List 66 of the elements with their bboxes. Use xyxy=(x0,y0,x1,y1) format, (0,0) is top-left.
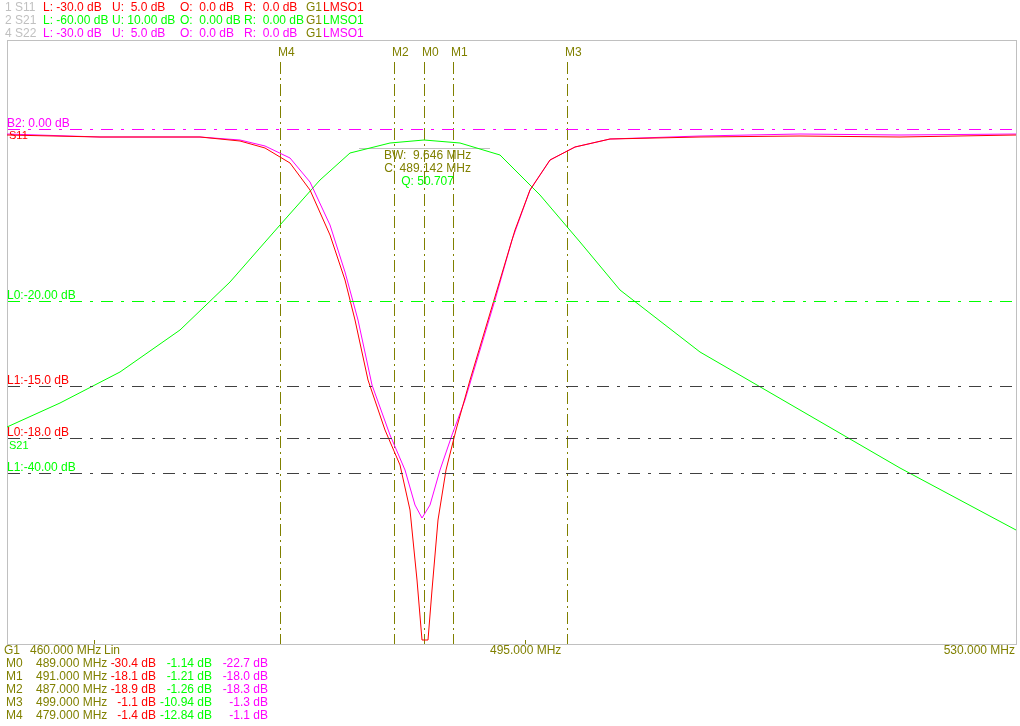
marker-name: M0 xyxy=(5,657,24,670)
marker-frequency: 487.000 MHz xyxy=(36,683,106,696)
marker-label: M2 xyxy=(392,46,409,59)
marker-value: -12.84 dB xyxy=(158,709,212,722)
marker-name: M2 xyxy=(5,683,24,696)
marker-value: -1.3 dB xyxy=(228,696,268,709)
marker-name: M3 xyxy=(5,696,24,709)
upper-limit: U: 5.0 dB xyxy=(112,27,167,40)
stop-frequency: 530.000 MHz xyxy=(943,644,1015,657)
marker-label: M0 xyxy=(422,46,439,59)
marker-label: M4 xyxy=(278,46,295,59)
trace-label: S21 xyxy=(9,440,29,451)
limit-label: L0:-20.00 dB xyxy=(7,289,76,301)
offset: O: 0.0 dB xyxy=(180,27,236,40)
marker-name: M1 xyxy=(5,670,24,683)
reference: R: 0.0 dB xyxy=(244,27,299,40)
channel-name: 2 S21 xyxy=(5,14,38,27)
limit-label: L0:-18.0 dB xyxy=(7,426,70,438)
axis-tick xyxy=(525,639,526,645)
channel-name: 4 S22 xyxy=(5,27,38,40)
marker-value: -1.1 dB xyxy=(228,709,268,722)
marker-value: -22.7 dB xyxy=(221,657,268,670)
marker-value: -18.9 dB xyxy=(109,683,156,696)
marker-value: -10.94 dB xyxy=(158,696,212,709)
lower-limit: L: -30.0 dB xyxy=(43,27,103,40)
center-reading: C: 489.142 MHz xyxy=(384,162,471,175)
reference: R: 0.0 dB xyxy=(244,1,299,14)
marker-value: -30.4 dB xyxy=(109,657,156,670)
marker-value: -1.1 dB xyxy=(116,696,156,709)
limit-label: L1:-15.0 dB xyxy=(7,374,70,386)
marker-value: -1.21 dB xyxy=(165,670,212,683)
channel-name: 1 S11 xyxy=(5,1,37,14)
group-label: G1 xyxy=(306,27,323,40)
marker-frequency: 499.000 MHz xyxy=(36,696,106,709)
center-frequency: 495.000 MHz xyxy=(490,644,562,657)
group-label: G1 xyxy=(306,1,323,14)
source-label: LMSO1 xyxy=(323,14,364,27)
limit-label: L1:-40.00 dB xyxy=(7,461,76,473)
axis-tick xyxy=(94,639,95,645)
axis-group: G1 xyxy=(4,644,20,657)
upper-limit: U: 5.0 dB xyxy=(112,1,167,14)
group-label: G1 xyxy=(306,14,323,27)
offset: O: 0.0 dB xyxy=(180,1,236,14)
marker-value: -1.14 dB xyxy=(165,657,212,670)
scale-label: Lin xyxy=(104,644,120,657)
source-label: LMSO1 xyxy=(323,1,364,14)
marker-value: -18.1 dB xyxy=(109,670,156,683)
reference: R: 0.00 dB xyxy=(244,14,306,27)
lower-limit: L: -60.00 dB xyxy=(43,14,110,27)
offset: O: 0.00 dB xyxy=(180,14,242,27)
marker-value: -18.0 dB xyxy=(221,670,268,683)
marker-value: -18.3 dB xyxy=(221,683,268,696)
marker-frequency: 491.000 MHz xyxy=(36,670,106,683)
marker-frequency: 489.000 MHz xyxy=(36,657,106,670)
source-label: LMSO1 xyxy=(323,27,364,40)
marker-label: M1 xyxy=(451,46,468,59)
limit-label: B2: 0.00 dB xyxy=(7,117,70,129)
marker-value: -1.4 dB xyxy=(116,709,156,722)
marker-label: M3 xyxy=(565,46,582,59)
q-reading: Q: 50.707 xyxy=(401,175,454,188)
marker-value: -1.26 dB xyxy=(165,683,212,696)
lower-limit: L: -30.0 dB xyxy=(43,1,103,14)
upper-limit: U: 10.00 dB xyxy=(112,14,177,27)
marker-frequency: 479.000 MHz xyxy=(36,709,106,722)
marker-name: M4 xyxy=(5,709,24,722)
start-frequency: 460.000 MHz xyxy=(30,644,102,657)
